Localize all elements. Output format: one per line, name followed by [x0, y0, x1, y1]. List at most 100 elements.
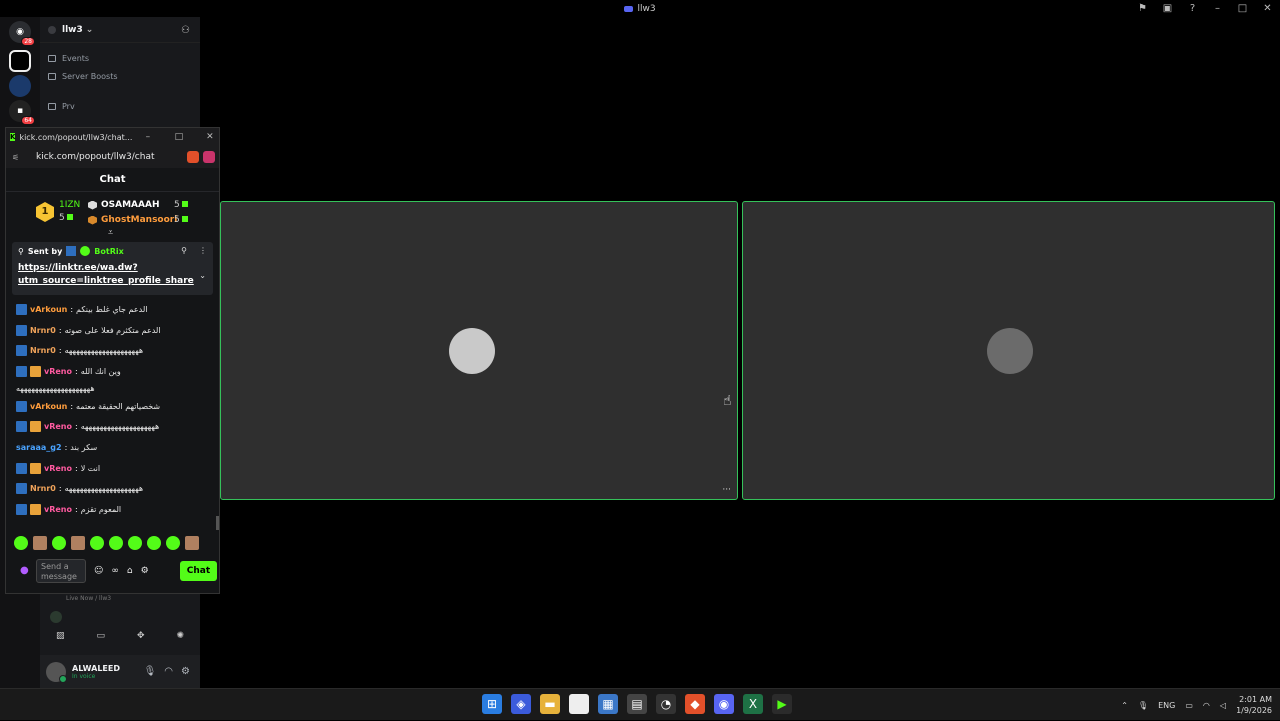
chat-username[interactable]: vArkoun [30, 402, 67, 411]
emote-icon[interactable] [90, 536, 104, 550]
emote-icon[interactable] [52, 536, 66, 550]
address-bar[interactable]: ⚟ kick.com/popout/llw3/chat [6, 146, 219, 168]
document-icon[interactable] [569, 694, 589, 714]
more-options-icon[interactable]: ··· [722, 485, 731, 495]
network-icon[interactable]: ▭ [1185, 701, 1193, 710]
store-icon[interactable]: ⌂ [127, 566, 133, 576]
server-icon[interactable] [9, 50, 31, 72]
calculator-icon[interactable]: ▤ [627, 694, 647, 714]
crown-badge-icon [30, 365, 41, 377]
site-settings-icon[interactable]: ⚟ [12, 153, 22, 162]
microphone-icon[interactable]: 🎙 [1138, 701, 1148, 710]
chat-username[interactable]: vArkoun [30, 305, 67, 314]
chat-text: ههههههههههههههههههههه [64, 346, 144, 356]
headphones-icon[interactable]: ◠ [164, 666, 173, 677]
gauge-icon[interactable]: ◔ [656, 694, 676, 714]
chat-text: المعوم تقزم [80, 505, 122, 515]
silver-medal-icon [88, 200, 97, 210]
send-chat-button[interactable]: Chat [180, 561, 217, 581]
chat-text: انت لا [80, 463, 101, 473]
volume-icon[interactable]: ◁ [1220, 701, 1226, 710]
boost-icon [48, 72, 56, 80]
wifi-icon[interactable]: ◠ [1203, 701, 1210, 710]
minimize-button[interactable]: – [1205, 3, 1230, 14]
help-icon[interactable]: ? [1180, 3, 1205, 14]
close-button[interactable]: ✕ [194, 132, 225, 142]
separator: : [75, 463, 78, 473]
minimize-button[interactable]: – [132, 132, 163, 142]
channel-label: Server Boosts [62, 71, 118, 81]
emote-icon[interactable] [166, 536, 180, 550]
user-panel: ALWALEED In voice 🎙 ◠ ⚙ [40, 655, 200, 688]
channel-events[interactable]: Events [40, 49, 200, 67]
server-header[interactable]: llw3 ⌄ ⚇ [40, 17, 200, 43]
emote-icon[interactable] [185, 536, 199, 550]
unpin-icon[interactable]: ⚲ [181, 246, 187, 255]
verified-icon [80, 246, 91, 256]
channel-server-boosts[interactable]: Server Boosts [40, 67, 200, 85]
emote-icon[interactable] [147, 536, 161, 550]
collapse-icon[interactable]: ⩡ [108, 228, 113, 238]
voice-stage: ··· [200, 17, 1280, 688]
discord-icon[interactable]: ◉ [714, 694, 734, 714]
microphone-icon[interactable]: ● [20, 565, 30, 577]
home-button[interactable]: ◉ 28 [9, 21, 35, 46]
channel-prv[interactable]: Prv [40, 97, 200, 115]
soundboard-icon[interactable]: ✺ [176, 631, 184, 641]
chat-username[interactable]: Nrnr0 [30, 346, 56, 355]
chat-input[interactable]: Send a message [36, 559, 86, 583]
chat-username[interactable]: Nrnr0 [30, 326, 56, 335]
chat-username[interactable]: Nrnr0 [30, 484, 56, 493]
activities-icon[interactable]: ✥ [137, 631, 145, 641]
folder-icon[interactable]: ▬ [540, 694, 560, 714]
emote-icon[interactable] [33, 536, 47, 550]
gear-icon[interactable]: ⚙ [181, 666, 190, 677]
participant-tile[interactable] [742, 201, 1275, 500]
start-icon[interactable]: ⊞ [482, 694, 502, 714]
excel-icon[interactable]: X [743, 694, 763, 714]
brave-icon[interactable]: ◆ [685, 694, 705, 714]
voice-user-avatar [50, 611, 62, 623]
chat-username[interactable]: saraaa_g2 [16, 443, 62, 452]
pin-icon[interactable]: ⚑ [1130, 3, 1155, 14]
invite-icon[interactable]: ⚇ [181, 25, 190, 36]
pinned-link[interactable]: https://linktr.ee/wa.dw? utm_source=link… [18, 262, 207, 288]
emote-icon[interactable] [14, 536, 28, 550]
inbox-icon[interactable]: ▣ [1155, 3, 1180, 14]
gear-icon[interactable]: ⚙ [141, 566, 149, 576]
chat-username[interactable]: vReno [44, 464, 72, 473]
copilot-icon[interactable]: ◈ [511, 694, 531, 714]
brave-rewards-icon[interactable] [203, 151, 215, 163]
microphone-icon[interactable]: 🎙 [144, 666, 157, 677]
camera-off-icon[interactable]: ▨ [56, 631, 65, 641]
server-icon-llw3[interactable] [9, 75, 31, 97]
emoji-icon[interactable]: ☺ [94, 566, 103, 576]
voice-controls: ▨ ▭ ✥ ✺ [40, 625, 200, 647]
participant-tile[interactable]: ··· [220, 201, 738, 500]
chat-text: وين انك الله [80, 366, 121, 376]
bot-name: BotRix [94, 246, 124, 256]
chevron-up-icon[interactable]: ⌃ [1121, 701, 1128, 710]
brave-shields-icon[interactable] [187, 151, 199, 163]
maximize-button[interactable]: □ [1230, 3, 1255, 14]
kebab-menu-icon[interactable]: ⋮ [199, 246, 207, 255]
scrollbar[interactable] [216, 516, 219, 530]
play-icon[interactable]: ▶ [772, 694, 792, 714]
chat-username[interactable]: vReno [44, 422, 72, 431]
emote-icon[interactable] [71, 536, 85, 550]
store-icon[interactable]: ▦ [598, 694, 618, 714]
emote-icon[interactable] [128, 536, 142, 550]
infinity-icon[interactable]: ∞ [111, 566, 119, 576]
chat-username[interactable]: vReno [44, 505, 72, 514]
server-icon[interactable]: ▪ 64 [9, 100, 35, 125]
clock[interactable]: 2:01 AM 1/9/2026 [1236, 694, 1272, 716]
chevron-down-icon[interactable]: ⌄ [199, 271, 206, 280]
screen-share-icon[interactable]: ▭ [96, 631, 105, 641]
emote-icon[interactable] [109, 536, 123, 550]
close-button[interactable]: ✕ [1255, 3, 1280, 14]
maximize-button[interactable]: □ [163, 132, 194, 142]
avatar[interactable] [46, 661, 67, 683]
leader-name: 1IZN [59, 200, 81, 210]
chat-username[interactable]: vReno [44, 367, 72, 376]
language-indicator[interactable]: ENG [1158, 701, 1175, 710]
